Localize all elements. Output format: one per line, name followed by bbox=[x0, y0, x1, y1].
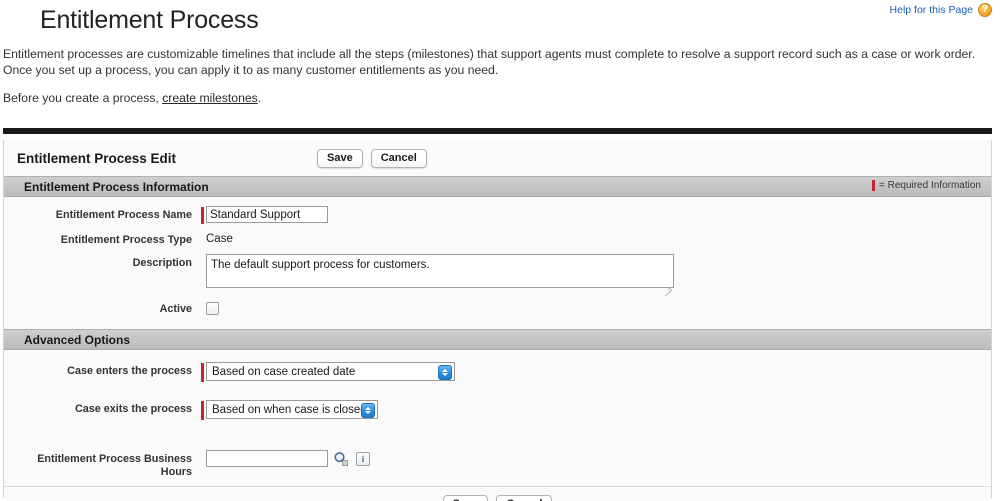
edit-form-title: Entitlement Process Edit bbox=[17, 150, 177, 166]
section-header-advanced: Advanced Options bbox=[4, 329, 991, 350]
entitlement-process-edit-form: Entitlement Process Edit Save Cancel Ent… bbox=[3, 140, 992, 501]
required-marker-icon bbox=[871, 180, 875, 191]
case-exits-select[interactable]: Based on when case is closed bbox=[206, 400, 378, 419]
business-hours-input[interactable] bbox=[206, 450, 328, 467]
information-fields: Entitlement Process Name Entitlement Pro… bbox=[4, 197, 991, 329]
label-description: Description bbox=[132, 257, 192, 269]
label-process-type: Entitlement Process Type bbox=[60, 234, 192, 246]
field-process-type: Case bbox=[201, 231, 233, 245]
description-textarea-wrap bbox=[206, 254, 674, 297]
before-text-prefix: Before you create a process, bbox=[3, 91, 163, 105]
before-you-create-line: Before you create a process, create mile… bbox=[3, 90, 995, 106]
page-title: Entitlement Process bbox=[40, 6, 259, 34]
field-row-business-hours: Entitlement Process Business Hours i bbox=[4, 450, 991, 479]
field-process-name bbox=[201, 206, 328, 224]
required-marker-icon bbox=[201, 363, 204, 382]
field-row-active: Active bbox=[4, 300, 991, 316]
section-divider-rule bbox=[3, 128, 992, 134]
create-milestones-link[interactable]: create milestones bbox=[162, 91, 258, 105]
edit-form-header: Entitlement Process Edit Save Cancel bbox=[4, 140, 991, 176]
field-description bbox=[201, 254, 674, 297]
label-business-hours-line2: Hours bbox=[160, 466, 192, 478]
field-row-case-exits: Case exits the process Based on when cas… bbox=[4, 400, 991, 420]
cancel-button-bottom[interactable]: Cancel bbox=[496, 495, 553, 501]
chevron-updown-icon[interactable] bbox=[438, 365, 452, 380]
label-process-name: Entitlement Process Name bbox=[55, 209, 192, 221]
field-row-process-type: Entitlement Process Type Case bbox=[4, 231, 991, 247]
before-text-suffix: . bbox=[257, 91, 262, 105]
required-marker-icon bbox=[201, 401, 204, 420]
process-type-value: Case bbox=[206, 233, 233, 245]
field-case-exits: Based on when case is closed bbox=[201, 400, 378, 420]
section-title-information: Entitlement Process Information bbox=[24, 179, 209, 194]
case-enters-select[interactable]: Based on case created date bbox=[206, 362, 455, 381]
intro-paragraph: Entitlement processes are customizable t… bbox=[3, 47, 976, 77]
case-enters-selected-value: Based on case created date bbox=[212, 365, 356, 378]
section-header-information: Entitlement Process Information = Requir… bbox=[4, 176, 991, 197]
cancel-button-top[interactable]: Cancel bbox=[370, 149, 427, 168]
field-row-case-enters: Case enters the process Based on case cr… bbox=[4, 362, 991, 382]
help-for-this-page-link[interactable]: Help for this Page bbox=[890, 4, 973, 16]
process-name-input[interactable] bbox=[206, 206, 328, 223]
advanced-fields: Case enters the process Based on case cr… bbox=[4, 350, 991, 501]
required-information-legend: = Required Information bbox=[871, 180, 981, 191]
label-case-exits: Case exits the process bbox=[74, 403, 192, 415]
required-legend-text: = Required Information bbox=[878, 180, 981, 191]
label-active: Active bbox=[159, 303, 192, 315]
active-checkbox[interactable] bbox=[206, 302, 219, 315]
bottom-button-group: Save Cancel bbox=[4, 487, 991, 501]
section-title-advanced: Advanced Options bbox=[24, 332, 131, 347]
required-marker-icon bbox=[201, 207, 204, 224]
save-button-top[interactable]: Save bbox=[317, 149, 363, 168]
help-bar: Help for this Page ? bbox=[890, 3, 992, 17]
field-case-enters: Based on case created date bbox=[201, 362, 455, 382]
help-question-icon[interactable]: ? bbox=[978, 3, 992, 17]
label-business-hours: Entitlement Process Business Hours bbox=[4, 450, 192, 479]
magnifier-lookup-icon[interactable] bbox=[333, 451, 349, 467]
field-business-hours: i bbox=[201, 450, 370, 467]
field-row-process-name: Entitlement Process Name bbox=[4, 206, 991, 224]
save-button-bottom[interactable]: Save bbox=[442, 495, 489, 501]
label-business-hours-line1: Entitlement Process Business bbox=[37, 453, 192, 465]
field-row-description: Description bbox=[4, 254, 991, 297]
intro-block: Entitlement processes are customizable t… bbox=[3, 46, 995, 118]
label-case-enters: Case enters the process bbox=[67, 365, 192, 377]
info-icon[interactable]: i bbox=[356, 452, 370, 466]
field-active bbox=[201, 300, 219, 315]
top-button-group: Save Cancel bbox=[317, 149, 427, 168]
chevron-updown-icon[interactable] bbox=[361, 403, 375, 418]
entitlement-process-page: Help for this Page ? Entitlement Process… bbox=[0, 0, 1000, 501]
description-textarea[interactable] bbox=[206, 254, 674, 288]
